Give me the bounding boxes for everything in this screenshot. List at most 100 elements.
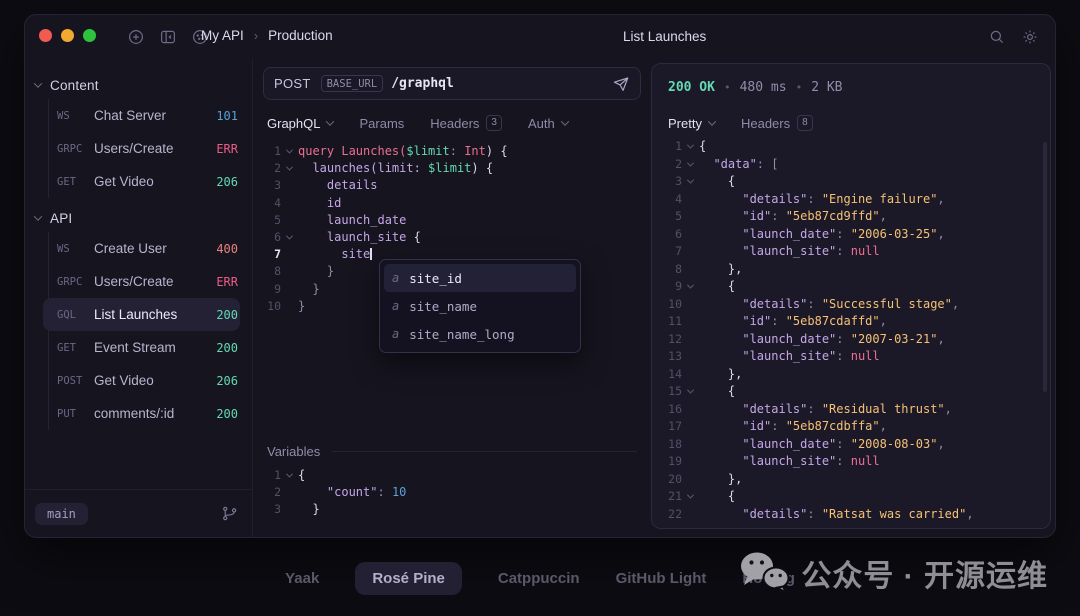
line-number: 4 [660,191,682,209]
fold-chevron-icon[interactable] [286,233,293,240]
fold-chevron-icon[interactable] [286,147,293,154]
code-line: 6 "launch_date": "2006-03-25", [660,226,1044,244]
sidebar-item[interactable]: POST Get Video 206 [49,364,240,397]
response-body-viewer[interactable]: 1 { 2 "data": [ 3 { [660,138,1044,522]
git-branch-icon[interactable] [221,505,238,522]
fold-chevron-icon[interactable] [286,164,293,171]
line-number: 15 [660,383,682,401]
code-line: 5 launch_date [263,212,641,229]
status-badge: 101 [216,109,238,123]
code-line: 12 "launch_date": "2007-03-21", [660,331,1044,349]
code-text: "launch_site": null [699,453,1044,471]
code-text: }, [699,261,1044,279]
request-method-label: WS [57,110,94,122]
sidebar-item[interactable]: WS Create User 400 [49,232,240,265]
theme-button[interactable]: Yaak [285,562,319,595]
code-line: 22 "details": "Ratsat was carried", [660,506,1044,523]
url-bar[interactable]: POST BASE_URL /graphql [263,67,641,100]
sidebar-folder-content[interactable]: Content [35,71,240,99]
breadcrumb[interactable]: My API › Production [201,28,333,43]
theme-button[interactable]: GitHub Light [616,562,707,595]
chevron-down-icon [34,79,42,87]
sidebar: Content WS Chat Server 101 GRPC Users/Cr… [25,59,253,537]
code-line: 4 id [263,195,641,212]
code-text: { [699,138,1044,156]
tab-label: Params [359,116,404,131]
response-tab[interactable]: Headers 8 [741,115,813,131]
line-number: 4 [263,195,281,212]
window-body: Content WS Chat Server 101 GRPC Users/Cr… [25,59,1055,537]
code-line: 7 "launch_site": null [660,243,1044,261]
sidebar-item[interactable]: GRPC Users/Create ERR [49,132,240,165]
request-tab[interactable]: Params [359,116,404,131]
code-text: launches(limit: $limit) { [298,160,641,177]
status-badge: 200 [216,341,238,355]
sidebar-item[interactable]: GET Event Stream 200 [49,331,240,364]
send-request-button[interactable] [612,75,630,93]
code-line: 18 "launch_date": "2008-08-03", [660,436,1044,454]
sidebar-folder-api[interactable]: API [35,204,240,232]
separator-dot: • [796,81,803,94]
request-panel: POST BASE_URL /graphql GraphQL [253,59,651,537]
request-method-label: GRPC [57,143,94,155]
code-line: 3 details [263,177,641,194]
sidebar-toggle-icon[interactable] [159,28,177,46]
request-name: Users/Create [94,274,174,289]
line-number: 2 [660,156,682,174]
fold-chevron-icon[interactable] [687,282,694,289]
response-scrollbar[interactable] [1043,142,1047,392]
tab-label: Headers [430,116,479,131]
code-text: { [699,173,1044,191]
code-text: "id": "5eb87cdaffd", [699,313,1044,331]
sidebar-item[interactable]: GRPC Users/Create ERR [49,265,240,298]
theme-button[interactable]: Rosé Pine [355,562,462,595]
sidebar-item[interactable]: WS Chat Server 101 [49,99,240,132]
fold-chevron-icon[interactable] [687,177,694,184]
fold-chevron-icon[interactable] [687,142,694,149]
sidebar-item[interactable]: GET Get Video 206 [49,165,240,198]
code-text: "data": [ [699,156,1044,174]
divider [332,451,637,452]
git-branch-button[interactable]: main [35,503,88,525]
status-badge: 400 [216,242,238,256]
request-tab[interactable]: GraphQL [267,116,333,131]
response-tab[interactable]: Pretty [668,116,715,131]
environment-name[interactable]: Production [268,28,333,43]
request-tab[interactable]: Auth [528,116,568,131]
workspace-name[interactable]: My API [201,28,244,43]
gear-icon[interactable] [1021,28,1039,46]
status-badge: 200 [216,407,238,421]
fold-chevron-icon[interactable] [687,159,694,166]
autocomplete-item[interactable]: a site_name_long [384,320,576,348]
fold-chevron-icon[interactable] [687,387,694,394]
request-tab[interactable]: Headers 3 [430,115,502,131]
code-line: 4 "details": "Engine failure", [660,191,1044,209]
autocomplete-label: site_name [409,299,477,314]
add-icon[interactable] [127,28,145,46]
request-method-label: GRPC [57,276,94,288]
code-text: id [298,195,641,212]
fold-chevron-icon[interactable] [687,492,694,499]
minimize-window-button[interactable] [61,29,74,42]
autocomplete-item[interactable]: a site_id [384,264,576,292]
autocomplete-item[interactable]: a site_name [384,292,576,320]
sidebar-item[interactable]: PUT comments/:id 200 [49,397,240,430]
theme-button[interactable]: Catppuccin [498,562,580,595]
request-method-label: POST [57,375,94,387]
code-text: { [699,278,1044,296]
fold-chevron-icon[interactable] [286,471,293,478]
zoom-window-button[interactable] [83,29,96,42]
chevron-down-icon [326,117,334,125]
variables-editor[interactable]: 1 { 2 "count": 10 3 } [263,467,637,521]
search-icon[interactable] [988,28,1006,46]
request-name: Create User [94,241,167,256]
base-url-chip[interactable]: BASE_URL [321,75,384,92]
close-window-button[interactable] [39,29,52,42]
request-method-label: GET [57,342,94,354]
response-status-row: 200 OK • 480 ms • 2 KB [668,80,843,95]
tab-label: Headers [741,116,790,131]
request-name: Event Stream [94,340,176,355]
code-text: "details": "Ratsat was carried", [699,506,1044,523]
sidebar-item[interactable]: GQL List Launches 200 [43,298,240,331]
code-line: 2 "count": 10 [263,484,637,501]
